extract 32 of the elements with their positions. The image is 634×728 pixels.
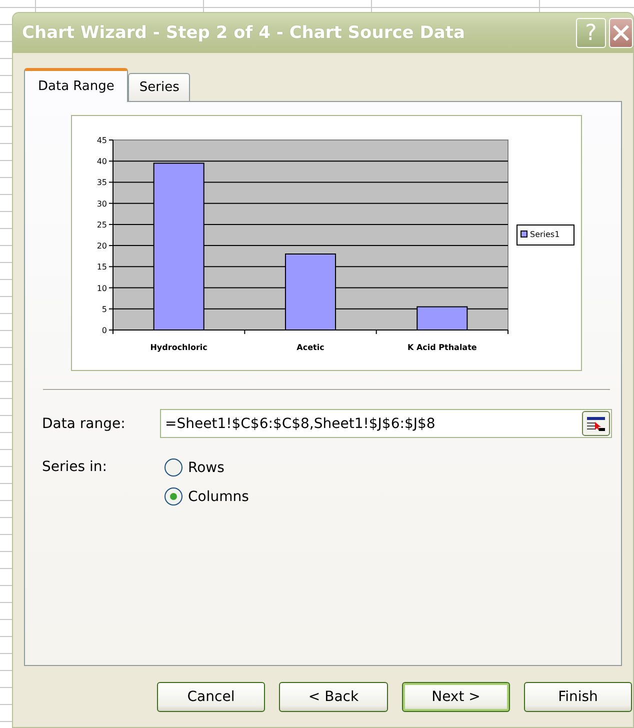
legend-label: Series1 — [530, 230, 560, 239]
close-button[interactable] — [609, 18, 633, 48]
axis-tick-label: 10 — [96, 284, 107, 293]
dialog-button[interactable]: < Back — [279, 682, 388, 712]
axis-tick-label: 40 — [96, 157, 107, 166]
axis-tick-label: 5 — [102, 304, 107, 314]
axis-tick-label: 15 — [96, 262, 107, 272]
category-label: Hydrochloric — [150, 343, 208, 352]
data-range-field[interactable]: =Sheet1!$C$6:$C$8,Sheet1!$J$6:$J$8 — [160, 409, 612, 438]
dialog-button[interactable]: Cancel — [157, 682, 265, 712]
close-icon — [610, 22, 632, 44]
range-picker-button[interactable] — [582, 411, 610, 436]
tab[interactable]: Data Range — [24, 68, 128, 102]
window-title: Chart Wizard - Step 2 of 4 - Chart Source Data — [22, 23, 466, 43]
field-label: Series in: — [42, 459, 108, 475]
radio-option[interactable]: Columns — [164, 487, 249, 506]
axis-tick-label: 30 — [96, 199, 107, 208]
axis-tick-label: 20 — [96, 242, 107, 251]
dialog-button[interactable]: Next > — [402, 682, 510, 712]
radio-button[interactable] — [164, 458, 183, 477]
category-label: K Acid Pthalate — [408, 343, 477, 352]
axis-tick-label: 25 — [96, 220, 107, 230]
radio-option[interactable]: Rows — [164, 458, 249, 477]
axis-tick-label: 0 — [102, 326, 107, 335]
field-label: Data range: — [42, 416, 126, 432]
axis-tick-label: 45 — [96, 136, 107, 145]
dialog-button[interactable]: Finish — [524, 682, 632, 712]
category-label: Acetic — [296, 343, 324, 352]
tab[interactable]: Series — [128, 73, 190, 101]
radio-button[interactable] — [164, 487, 183, 506]
range-picker-icon — [586, 416, 606, 432]
axis-tick-label: 35 — [96, 178, 107, 188]
